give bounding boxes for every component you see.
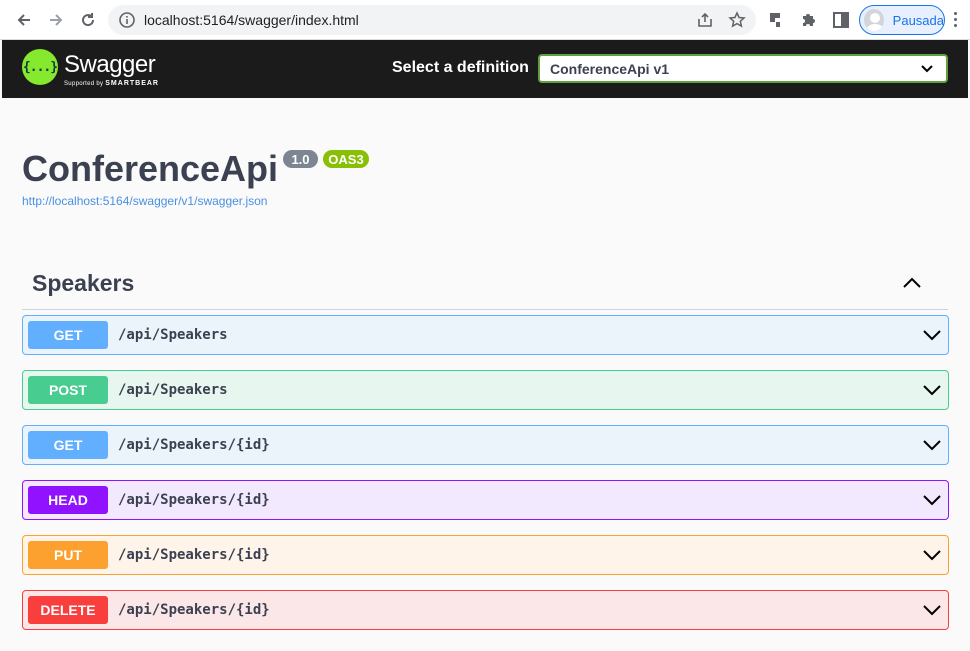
sidebar-icon[interactable] [831, 10, 851, 30]
avatar [864, 9, 884, 31]
tag-name: Speakers [32, 270, 135, 296]
method-badge: POST [28, 376, 108, 404]
info-icon[interactable] [118, 11, 136, 29]
page-title: ConferenceApi [22, 148, 279, 189]
address-bar[interactable]: localhost:5164/swagger/index.html [108, 5, 756, 35]
kebab-icon[interactable] [954, 12, 958, 28]
browser-toolbar: localhost:5164/swagger/index.html Pausad… [0, 0, 970, 40]
back-icon[interactable] [12, 8, 36, 32]
operation-delete-speaker-by-id[interactable]: DELETE /api/Speakers/{id} [22, 590, 949, 630]
swagger-topbar: {...} Swagger Supported by SMARTBEAR Sel… [2, 40, 968, 98]
definition-label: Select a definition [392, 59, 529, 76]
reload-icon[interactable] [76, 8, 100, 32]
operation-path: /api/Speakers/{id} [118, 547, 270, 563]
share-icon[interactable] [696, 11, 714, 29]
chevron-down-icon[interactable] [922, 491, 942, 509]
star-icon[interactable] [728, 11, 746, 29]
definition-value: ConferenceApi v1 [550, 60, 670, 77]
brand-sub-prefix: Supported by [64, 81, 104, 87]
operation-path: /api/Speakers [118, 382, 228, 398]
chevron-down-icon[interactable] [922, 381, 942, 399]
chevron-down-icon[interactable] [922, 546, 942, 564]
swagger-logo-icon[interactable]: {...} [22, 49, 58, 85]
method-badge: GET [28, 431, 108, 459]
oas-badge: OAS3 [323, 150, 369, 168]
method-badge: HEAD [28, 486, 108, 514]
operation-path: /api/Speakers/{id} [118, 437, 270, 453]
tag-header-speakers[interactable]: Speakers [22, 266, 948, 310]
operation-get-speaker-by-id[interactable]: GET /api/Speakers/{id} [22, 425, 949, 465]
chevron-down-icon[interactable] [922, 436, 942, 454]
operation-head-speaker-by-id[interactable]: HEAD /api/Speakers/{id} [22, 480, 949, 520]
url-text[interactable]: localhost:5164/swagger/index.html [144, 12, 359, 28]
chevron-up-icon[interactable] [902, 275, 922, 291]
chevron-down-icon[interactable] [922, 601, 942, 619]
method-badge: GET [28, 321, 108, 349]
version-badge: 1.0 [283, 150, 318, 168]
forward-icon[interactable] [44, 8, 68, 32]
logo-glyph: {...} [22, 59, 58, 75]
operation-path: /api/Speakers [118, 327, 228, 343]
brand-sub-company: SMARTBEAR [105, 80, 159, 87]
spec-url-link[interactable]: http://localhost:5164/swagger/v1/swagger… [22, 194, 267, 208]
operation-path: /api/Speakers/{id} [118, 602, 270, 618]
definition-select[interactable]: ConferenceApi v1 [538, 54, 948, 83]
operation-path: /api/Speakers/{id} [118, 492, 270, 508]
chevron-down-icon [921, 65, 933, 73]
operation-put-speaker-by-id[interactable]: PUT /api/Speakers/{id} [22, 535, 949, 575]
brand-subtitle: Supported by SMARTBEAR [64, 80, 159, 87]
brand-name[interactable]: Swagger [64, 51, 156, 79]
operation-get-speakers[interactable]: GET /api/Speakers [22, 315, 949, 355]
operation-post-speakers[interactable]: POST /api/Speakers [22, 370, 949, 410]
method-badge: PUT [28, 541, 108, 569]
method-badge: DELETE [28, 596, 108, 624]
profile-button[interactable]: Pausada [859, 5, 945, 35]
chevron-down-icon[interactable] [922, 326, 942, 344]
extension-icon[interactable] [767, 10, 787, 30]
profile-name: Pausada [892, 12, 944, 28]
puzzle-icon[interactable] [799, 10, 819, 30]
